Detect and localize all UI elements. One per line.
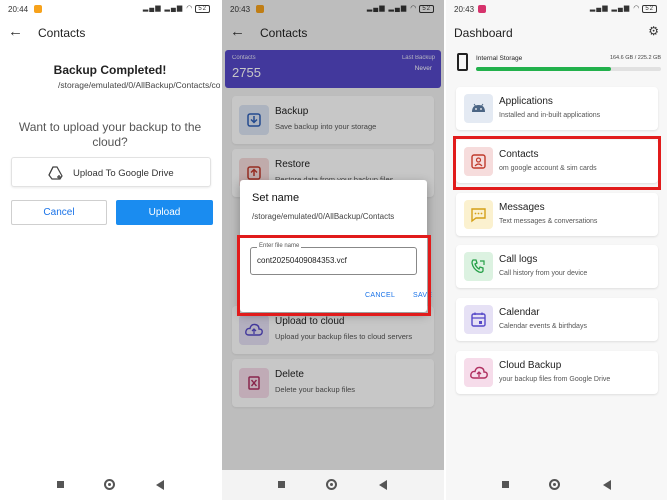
status-bar: 20:44 ▂▄▆ ▂▄▆ ◠ 52 [0, 0, 220, 18]
nav-back-icon[interactable] [379, 480, 387, 490]
contacts-count-label: Contacts [232, 55, 256, 61]
delete-subtitle: Delete your backup files [275, 385, 356, 394]
page-title: Contacts [38, 26, 86, 40]
status-time: 20:44 [8, 5, 29, 14]
cancel-button[interactable]: Cancel [11, 200, 107, 225]
applications-subtitle: Installed and in-built applications [499, 112, 601, 119]
storage-progress-bar [476, 67, 661, 71]
storage-progress-fill [476, 67, 612, 71]
android-icon [464, 94, 493, 123]
delete-action[interactable]: Delete Delete your backup files [232, 359, 434, 407]
signal-icon: ▂▄▆ ▂▄▆ ◠ 52 [143, 4, 210, 13]
gear-icon[interactable]: ⚙ [648, 24, 659, 38]
dialog-path: /storage/emulated/0/AllBackup/Contacts [252, 212, 395, 221]
upload-question: Want to upload your backup to the cloud? [18, 120, 202, 149]
dashboard-item-call-logs[interactable]: Call logs Call history from your device [456, 245, 658, 288]
delete-icon [239, 368, 269, 398]
call-logs-subtitle: Call history from your device [499, 270, 588, 277]
storage-size: 164.6 GB / 225.2 GB [609, 55, 661, 61]
upload-to-google-drive-button[interactable]: Upload To Google Drive [11, 157, 211, 187]
messages-subtitle: Text messages & conversations [499, 218, 598, 225]
restore-title: Restore [275, 159, 311, 170]
recent-apps-icon[interactable] [278, 481, 285, 488]
navigation-bar [446, 470, 667, 500]
upload-to-google-drive-label: Upload To Google Drive [73, 168, 174, 179]
backup-action[interactable]: Backup Save backup into your storage [232, 96, 434, 144]
home-icon[interactable] [549, 479, 560, 490]
page-title: Contacts [260, 26, 308, 40]
google-drive-add-icon [48, 166, 64, 180]
backup-download-icon [239, 105, 269, 135]
status-bar: 20:43 ▂▄▆ ▂▄▆ ◠ 52 [446, 0, 667, 18]
backup-completed-heading: Backup Completed! [53, 63, 167, 77]
last-backup-value: Never [414, 65, 432, 72]
notification-icon [34, 5, 42, 13]
app-bar: ← Contacts [0, 20, 220, 44]
upload-button[interactable]: Upload [116, 200, 213, 225]
calendar-subtitle: Calendar events & birthdays [499, 323, 587, 330]
back-arrow-icon[interactable]: ← [230, 23, 245, 40]
contacts-summary-card: Contacts 2755 Last Backup Never [225, 50, 441, 88]
battery-icon: 52 [642, 5, 657, 13]
message-icon [464, 200, 493, 229]
home-icon[interactable] [104, 479, 115, 490]
status-time: 20:43 [230, 5, 251, 14]
backup-title: Backup [275, 106, 309, 117]
dialog-title: Set name [252, 192, 300, 204]
phone-icon [464, 252, 493, 281]
dashboard-item-cloud-backup[interactable]: Cloud Backup your backup files from Goog… [456, 351, 658, 394]
upload-to-cloud-subtitle: Upload your backup files to cloud server… [275, 332, 413, 341]
applications-title: Applications [499, 96, 553, 107]
navigation-bar [222, 470, 444, 500]
delete-title: Delete [275, 369, 304, 380]
highlight-box [453, 136, 661, 190]
dashboard-item-calendar[interactable]: Calendar Calendar events & birthdays [456, 298, 658, 341]
contacts-count: 2755 [232, 65, 261, 80]
battery-icon: 52 [419, 5, 434, 13]
upload-to-cloud-title: Upload to cloud [275, 316, 345, 327]
last-backup-label: Last Backup [401, 55, 435, 61]
cloud-backup-title: Cloud Backup [499, 360, 562, 371]
dashboard-item-messages[interactable]: Messages Text messages & conversations [456, 193, 658, 236]
backup-subtitle: Save backup into your storage [275, 122, 377, 131]
signal-icon: ▂▄▆ ▂▄▆ ◠ 52 [367, 4, 434, 13]
dashboard-screen: 20:43 ▂▄▆ ▂▄▆ ◠ 52 Dashboard ⚙ Internal S… [446, 0, 667, 500]
battery-icon: 52 [195, 5, 210, 13]
notification-icon [256, 5, 264, 13]
cloud-upload-icon [239, 315, 269, 345]
call-logs-title: Call logs [499, 254, 538, 265]
dashboard-item-applications[interactable]: Applications Installed and in-built appl… [456, 87, 658, 130]
calendar-title: Calendar [499, 307, 540, 318]
notification-icon [478, 5, 486, 13]
home-icon[interactable] [326, 479, 337, 490]
nav-back-icon[interactable] [603, 480, 611, 490]
status-time: 20:43 [454, 5, 475, 14]
nav-back-icon[interactable] [156, 480, 164, 490]
back-arrow-icon[interactable]: ← [8, 23, 23, 40]
calendar-icon [464, 305, 493, 334]
cloud-upload-icon [464, 358, 493, 387]
highlight-box [237, 235, 431, 316]
messages-title: Messages [499, 202, 545, 213]
contacts-set-name-screen: 20:43 ▂▄▆ ▂▄▆ ◠ 52 ← Contacts Contacts 27… [222, 0, 444, 500]
signal-icon: ▂▄▆ ▂▄▆ ◠ 52 [590, 4, 657, 13]
status-bar: 20:43 ▂▄▆ ▂▄▆ ◠ 52 [222, 0, 444, 18]
cloud-backup-subtitle: your backup files from Google Drive [499, 376, 611, 383]
storage-name: Internal Storage [476, 55, 523, 62]
recent-apps-icon[interactable] [502, 481, 509, 488]
phone-storage-icon [457, 53, 468, 71]
backup-completed-screen: 20:44 ▂▄▆ ▂▄▆ ◠ 52 ← Contacts Backup Comp… [0, 0, 220, 500]
recent-apps-icon[interactable] [57, 481, 64, 488]
navigation-bar [0, 470, 220, 500]
page-title: Dashboard [454, 26, 513, 40]
backup-file-path: /storage/emulated/0/AllBackup/Contacts/c… [58, 80, 220, 90]
